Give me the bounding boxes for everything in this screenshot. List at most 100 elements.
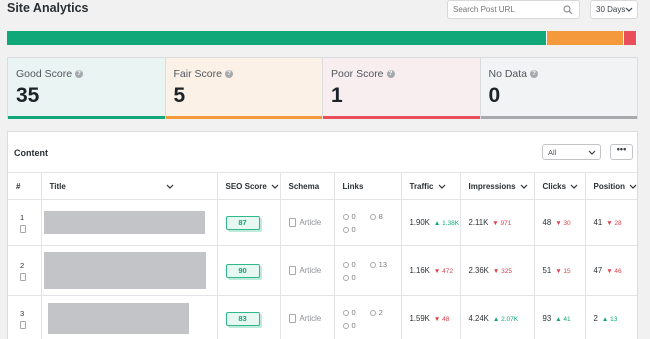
page-title: Site Analytics	[7, 1, 89, 15]
col-impressions[interactable]: Impressions	[460, 172, 535, 200]
schema-icon	[288, 266, 296, 275]
row-traffic: 1.59K ▼ 48	[401, 295, 461, 339]
internal-link-icon	[342, 261, 349, 268]
table-row[interactable]: 3 83 Article 02 0 1.59K ▼ 48 4.24K ▲ 2.07K…	[8, 295, 637, 339]
help-icon[interactable]: ?	[530, 70, 539, 78]
chevron-down-icon	[588, 150, 596, 155]
card-accent	[165, 116, 322, 119]
external-link-icon	[369, 213, 376, 220]
chevron-down-icon	[629, 184, 637, 190]
row-schema: Article	[280, 245, 335, 296]
schema-icon	[288, 218, 296, 227]
row-index: 3	[8, 295, 42, 339]
row-links: 0 13 0	[334, 245, 402, 296]
row-seo-score: 83	[217, 295, 281, 339]
col-clicks[interactable]: Clicks	[534, 172, 586, 200]
score-bar-fair	[546, 31, 625, 45]
card-value: 1	[331, 84, 343, 107]
clicks-delta: ▼ 15	[555, 268, 571, 275]
external-link-icon	[369, 309, 376, 316]
row-seo-score: 90	[217, 245, 281, 296]
row-clicks: 51 ▼ 15	[534, 245, 586, 296]
score-cards: Good Score? 35 Fair Score? 5 Poor Score?…	[7, 57, 638, 119]
document-icon	[20, 224, 26, 233]
redacted-title	[47, 303, 189, 334]
incoming-link-icon	[342, 226, 349, 233]
internal-link-icon	[342, 309, 349, 316]
chevron-down-icon	[625, 7, 633, 12]
more-options-button[interactable]: •••	[610, 144, 633, 160]
table-row[interactable]: 1 87 Article 08 0 1.90K ▲ 1.38K 2.11K ▼ 97…	[8, 199, 637, 246]
traffic-delta: ▲ 1.38K	[433, 220, 460, 227]
impressions-delta: ▼ 325	[492, 268, 512, 275]
position-delta: ▼ 46	[606, 268, 622, 275]
row-position: 41 ▼ 28	[585, 199, 637, 246]
row-seo-score: 87	[217, 199, 281, 246]
date-range-select[interactable]: 30 Days	[590, 0, 638, 19]
card-poor-score: Poor Score? 1	[323, 58, 481, 119]
traffic-delta: ▼ 48	[433, 316, 450, 323]
content-panel: Content All ••• # Title SEO Score Schema…	[7, 131, 638, 339]
position-delta: ▲ 13	[601, 316, 618, 323]
card-accent	[8, 116, 165, 119]
row-impressions: 2.11K ▼ 971	[460, 199, 535, 246]
col-links: Links	[334, 172, 402, 200]
card-value: 35	[16, 84, 40, 107]
row-clicks: 48 ▼ 30	[534, 199, 586, 246]
row-impressions: 2.36K ▼ 325	[460, 245, 535, 296]
row-impressions: 4.24K ▲ 2.07K	[460, 295, 535, 339]
row-traffic: 1.90K ▲ 1.38K	[401, 199, 461, 246]
score-distribution-bar	[7, 31, 637, 45]
card-label: Good Score	[16, 68, 73, 80]
traffic-delta: ▼ 472	[433, 268, 453, 275]
impressions-delta: ▲ 2.07K	[492, 316, 519, 323]
chevron-down-icon	[520, 184, 528, 190]
row-title[interactable]	[41, 245, 218, 296]
table-row[interactable]: 2 90 Article 0 13 0 1.16K ▼ 472 2.36K ▼ 325…	[8, 245, 637, 296]
row-position: 47 ▼ 46	[585, 245, 637, 296]
card-no-data: No Data? 0	[480, 58, 637, 119]
score-bar-poor	[624, 31, 637, 45]
col-index: #	[8, 172, 42, 200]
content-filter-select[interactable]: All	[542, 144, 601, 160]
card-label: Poor Score	[331, 68, 384, 80]
chevron-down-icon	[166, 184, 174, 190]
row-schema: Article	[280, 199, 335, 246]
help-icon[interactable]: ?	[75, 70, 84, 78]
row-title[interactable]	[41, 295, 218, 339]
card-label: No Data	[488, 68, 528, 80]
search-input[interactable]	[453, 5, 563, 14]
row-position: 2 ▲ 13	[585, 295, 637, 339]
external-link-icon	[369, 261, 376, 268]
impressions-delta: ▼ 971	[492, 220, 512, 227]
row-traffic: 1.16K ▼ 472	[401, 245, 461, 296]
score-bar-good	[7, 31, 547, 45]
search-icon[interactable]	[563, 5, 573, 15]
col-title[interactable]: Title	[41, 172, 218, 200]
incoming-link-icon	[342, 274, 349, 281]
table-header-row: # Title SEO Score Schema Links Traffic I…	[8, 172, 637, 200]
row-index: 1	[8, 199, 42, 246]
document-icon	[20, 320, 26, 329]
col-position[interactable]: Position	[585, 172, 637, 200]
card-value: 5	[173, 84, 186, 107]
help-icon[interactable]: ?	[386, 70, 395, 78]
seo-score-badge: 90	[225, 263, 260, 278]
row-title[interactable]	[41, 199, 218, 246]
redacted-title	[43, 252, 206, 289]
row-index: 2	[8, 245, 42, 296]
col-traffic[interactable]: Traffic	[401, 172, 461, 200]
content-title: Content	[14, 148, 48, 158]
col-seo-score[interactable]: SEO Score	[217, 172, 281, 200]
row-links: 02 0	[334, 295, 402, 339]
schema-icon	[288, 314, 296, 323]
clicks-delta: ▲ 41	[555, 316, 571, 323]
card-good-score: Good Score? 35	[8, 58, 166, 119]
card-accent	[480, 116, 637, 119]
position-delta: ▼ 28	[606, 220, 622, 227]
filter-value: All	[548, 148, 557, 157]
seo-score-badge: 83	[225, 311, 260, 326]
search-post-url[interactable]	[447, 0, 580, 19]
incoming-link-icon	[342, 322, 349, 329]
help-icon[interactable]: ?	[224, 70, 233, 78]
